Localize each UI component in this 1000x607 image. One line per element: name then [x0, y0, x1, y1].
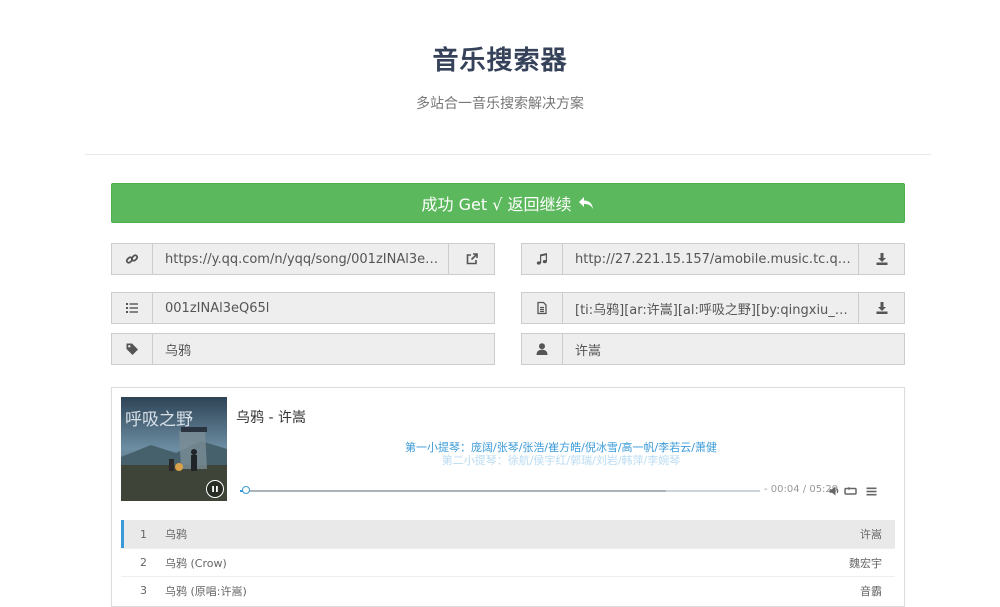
- song-author-group: 许嵩: [521, 333, 905, 365]
- playlist-row[interactable]: 1 乌鸦 许嵩: [121, 520, 895, 548]
- download-lrc-icon[interactable]: [858, 293, 904, 323]
- page-title: 音乐搜索器: [432, 46, 568, 76]
- playlist-artist: 音霸: [860, 584, 882, 598]
- pause-button[interactable]: [206, 480, 224, 498]
- song-name-field[interactable]: 乌鸦: [153, 334, 494, 364]
- tag-icon: [112, 334, 153, 364]
- song-author-field[interactable]: 许嵩: [563, 334, 904, 364]
- download-url-icon[interactable]: [858, 244, 904, 274]
- playlist: 1 乌鸦 许嵩 2 乌鸦 (Crow) 魏宏宇 3 乌鸦 (原唱:许嵩) 音霸: [121, 520, 895, 604]
- lyrics-display: 第一小提琴：庞阔/张琴/张浩/崔方皓/倪冰雪/高一帆/李若云/萧健 第二小提琴：…: [236, 441, 886, 467]
- page-subtitle: 多站合一音乐搜索解决方案: [416, 96, 584, 112]
- playlist-index: 2: [140, 556, 147, 569]
- playlist-row[interactable]: 3 乌鸦 (原唱:许嵩) 音霸: [121, 576, 895, 604]
- music-icon: [522, 244, 563, 274]
- playlist-index: 1: [140, 527, 147, 541]
- playlist-song-name: 乌鸦 (原唱:许嵩): [165, 584, 247, 598]
- progress-loaded: [240, 490, 667, 492]
- loop-icon[interactable]: [843, 484, 857, 498]
- success-return-button[interactable]: 成功 Get √ 返回继续: [111, 183, 905, 223]
- header-divider: [85, 154, 931, 155]
- player-controls: - 00:04 / 05:29: [236, 484, 900, 498]
- lyric-line-current: 第一小提琴：庞阔/张琴/张浩/崔方皓/倪冰雪/高一帆/李若云/萧健: [405, 441, 717, 454]
- success-button-label: 成功 Get √ 返回继续: [421, 195, 572, 214]
- reply-icon: [578, 196, 594, 210]
- progress-thumb[interactable]: [242, 486, 251, 494]
- playlist-artist: 许嵩: [860, 528, 882, 541]
- list-icon: [112, 293, 153, 323]
- song-url-group: http://27.221.15.157/amobile.music.tc.qq…: [521, 243, 905, 275]
- song-id-group: 001zINAl3eQ65l: [111, 292, 495, 324]
- song-link-group: https://y.qq.com/n/yqq/song/001zINAl3eQ6…: [111, 243, 495, 275]
- album-cover: 呼吸之野: [121, 397, 227, 501]
- music-player: 呼吸之野 乌鸦 - 许嵩 第一小提琴：庞阔/张琴/张浩/崔方皓/倪冰雪/高一帆/…: [111, 387, 905, 607]
- playlist-artist: 魏宏宇: [849, 556, 882, 570]
- song-lrc-field[interactable]: [ti:乌鸦][ar:许嵩][al:呼吸之野][by:qingxiu_karak…: [563, 293, 858, 323]
- cover-title: 呼吸之野: [125, 410, 193, 430]
- menu-icon[interactable]: [864, 484, 878, 498]
- link-icon: [112, 244, 153, 274]
- song-id-field[interactable]: 001zINAl3eQ65l: [153, 293, 494, 323]
- playlist-row[interactable]: 2 乌鸦 (Crow) 魏宏宇: [121, 548, 895, 576]
- song-url-field[interactable]: http://27.221.15.157/amobile.music.tc.qq…: [563, 244, 858, 274]
- volume-icon[interactable]: [828, 484, 840, 498]
- song-name-group: 乌鸦: [111, 333, 495, 365]
- song-link-field[interactable]: https://y.qq.com/n/yqq/song/001zINAl3eQ6…: [153, 244, 448, 274]
- playlist-index: 3: [140, 584, 147, 597]
- playlist-song-name: 乌鸦 (Crow): [165, 556, 227, 570]
- file-icon: [522, 293, 563, 323]
- player-song-title: 乌鸦 - 许嵩: [236, 410, 306, 426]
- user-icon: [522, 334, 563, 364]
- lyric-line-next: 第二小提琴：徐航/侯宇红/郭瑞/刘岩/韩萍/李婉琴: [441, 454, 681, 467]
- external-link-icon[interactable]: [448, 244, 494, 274]
- playlist-song-name: 乌鸦: [165, 528, 187, 541]
- song-lrc-group: [ti:乌鸦][ar:许嵩][al:呼吸之野][by:qingxiu_karak…: [521, 292, 905, 324]
